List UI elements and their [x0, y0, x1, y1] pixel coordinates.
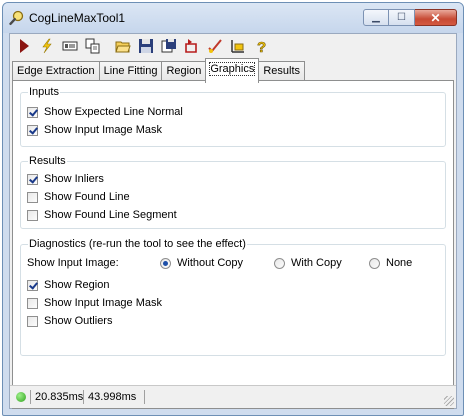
run-time-2: 43.998ms [83, 390, 145, 404]
help-icon: ? [257, 39, 267, 54]
inputs-group-title: Inputs [28, 86, 60, 98]
show-found-line-segment-checkbox[interactable]: Show Found Line Segment [27, 209, 177, 221]
electric-run-button[interactable] [37, 36, 57, 56]
graph-icon [231, 40, 244, 53]
radio-dot [160, 257, 171, 269]
tab-strip: Edge Extraction Line Fitting Region Grap… [12, 58, 306, 83]
show-outliers-checkbox[interactable]: Show Outliers [27, 315, 112, 327]
save-icon [139, 39, 153, 53]
diag-show-input-image-mask-checkbox[interactable]: Show Input Image Mask [27, 297, 162, 309]
tab-region[interactable]: Region [161, 61, 207, 81]
tool-button[interactable] [205, 36, 225, 56]
help-button[interactable]: ? [251, 36, 271, 56]
checkbox-box [27, 279, 38, 291]
tab-graphics-label: Graphics [209, 62, 256, 76]
graph-button[interactable] [228, 36, 248, 56]
save-as-icon [161, 39, 176, 53]
image-icon [62, 41, 78, 51]
status-bar: 20.835ms 43.998ms [10, 385, 456, 408]
none-radio[interactable]: None [369, 257, 412, 269]
checkbox-box [27, 297, 38, 309]
maximize-icon: ☐ [397, 12, 406, 23]
checkbox-label: Show Found Line [44, 191, 130, 203]
results-group-title: Results [28, 155, 67, 167]
checkbox-box [27, 191, 38, 203]
checkbox-box [27, 173, 38, 185]
minimize-icon: ▁ [372, 12, 380, 23]
radio-dot [369, 257, 380, 269]
show-region-checkbox[interactable]: Show Region [27, 279, 109, 291]
checkbox-label: Show Expected Line Normal [44, 106, 183, 118]
reset-icon [185, 39, 197, 53]
diagnostics-group-title: Diagnostics (re-run the tool to see the … [28, 238, 247, 250]
tab-graphics[interactable]: Graphics [205, 58, 260, 83]
copy-icon [85, 38, 100, 54]
checkbox-label: Show Region [44, 279, 110, 291]
inputs-group: Inputs Show Expected Line Normal Show In… [20, 86, 446, 147]
minimize-button[interactable]: ▁ [363, 9, 389, 26]
show-input-image-label: Show Input Image: [27, 257, 119, 269]
checkbox-box [27, 124, 38, 136]
maximize-button[interactable]: ☐ [389, 9, 415, 26]
tab-line-fitting[interactable]: Line Fitting [98, 61, 163, 81]
resize-grip-icon[interactable] [444, 396, 454, 406]
tab-edge-extraction[interactable]: Edge Extraction [12, 61, 100, 81]
app-magnifier-icon [9, 10, 24, 26]
radio-label: Without Copy [177, 257, 244, 269]
checkbox-box [27, 209, 38, 221]
save-button[interactable] [136, 36, 156, 56]
close-button[interactable]: ✕ [415, 9, 457, 26]
svg-text:?: ? [257, 39, 266, 54]
tool-window: CogLineMaxTool1 ▁ ☐ ✕ ? Edge Extraction … [2, 2, 464, 416]
checkbox-label: Show Input Image Mask [44, 124, 163, 136]
checkbox-box [27, 315, 38, 327]
title-bar[interactable]: CogLineMaxTool1 ▁ ☐ ✕ [3, 3, 463, 33]
copy-button[interactable] [83, 36, 103, 56]
open-folder-icon [115, 41, 131, 53]
toolbar: ? [10, 34, 456, 58]
radio-label: With Copy [291, 257, 342, 269]
lightning-icon [42, 38, 52, 54]
status-indicator-icon [16, 392, 26, 402]
diagnostics-group: Diagnostics (re-run the tool to see the … [20, 238, 446, 356]
with-copy-radio[interactable]: With Copy [274, 257, 342, 269]
run-time-1: 20.835ms [30, 390, 83, 404]
run-button[interactable] [14, 36, 34, 56]
show-input-image-mask-checkbox[interactable]: Show Input Image Mask [27, 124, 162, 136]
checkbox-label: Show Outliers [44, 315, 113, 327]
window-title: CogLineMaxTool1 [29, 11, 126, 25]
checkbox-box [27, 106, 38, 118]
open-button[interactable] [113, 36, 133, 56]
checkbox-label: Show Found Line Segment [44, 209, 177, 221]
show-inliers-checkbox[interactable]: Show Inliers [27, 173, 104, 185]
without-copy-radio[interactable]: Without Copy [160, 257, 243, 269]
checkbox-label: Show Input Image Mask [44, 297, 163, 309]
run-icon [20, 39, 29, 53]
client-area: ? Edge Extraction Line Fitting Region Gr… [9, 33, 457, 409]
tab-results[interactable]: Results [258, 61, 306, 81]
results-group: Results Show Inliers Show Found Line Sho… [20, 155, 446, 229]
show-expected-line-normal-checkbox[interactable]: Show Expected Line Normal [27, 106, 183, 118]
wrench-check-icon [208, 39, 222, 53]
radio-dot [274, 257, 285, 269]
image-button[interactable] [60, 36, 80, 56]
close-icon: ✕ [430, 10, 441, 25]
radio-label: None [386, 257, 413, 269]
show-found-line-checkbox[interactable]: Show Found Line [27, 191, 130, 203]
checkbox-label: Show Inliers [44, 173, 104, 185]
reset-button[interactable] [182, 36, 202, 56]
save-as-button[interactable] [159, 36, 179, 56]
graphics-tab-page: Inputs Show Expected Line Normal Show In… [12, 80, 454, 409]
